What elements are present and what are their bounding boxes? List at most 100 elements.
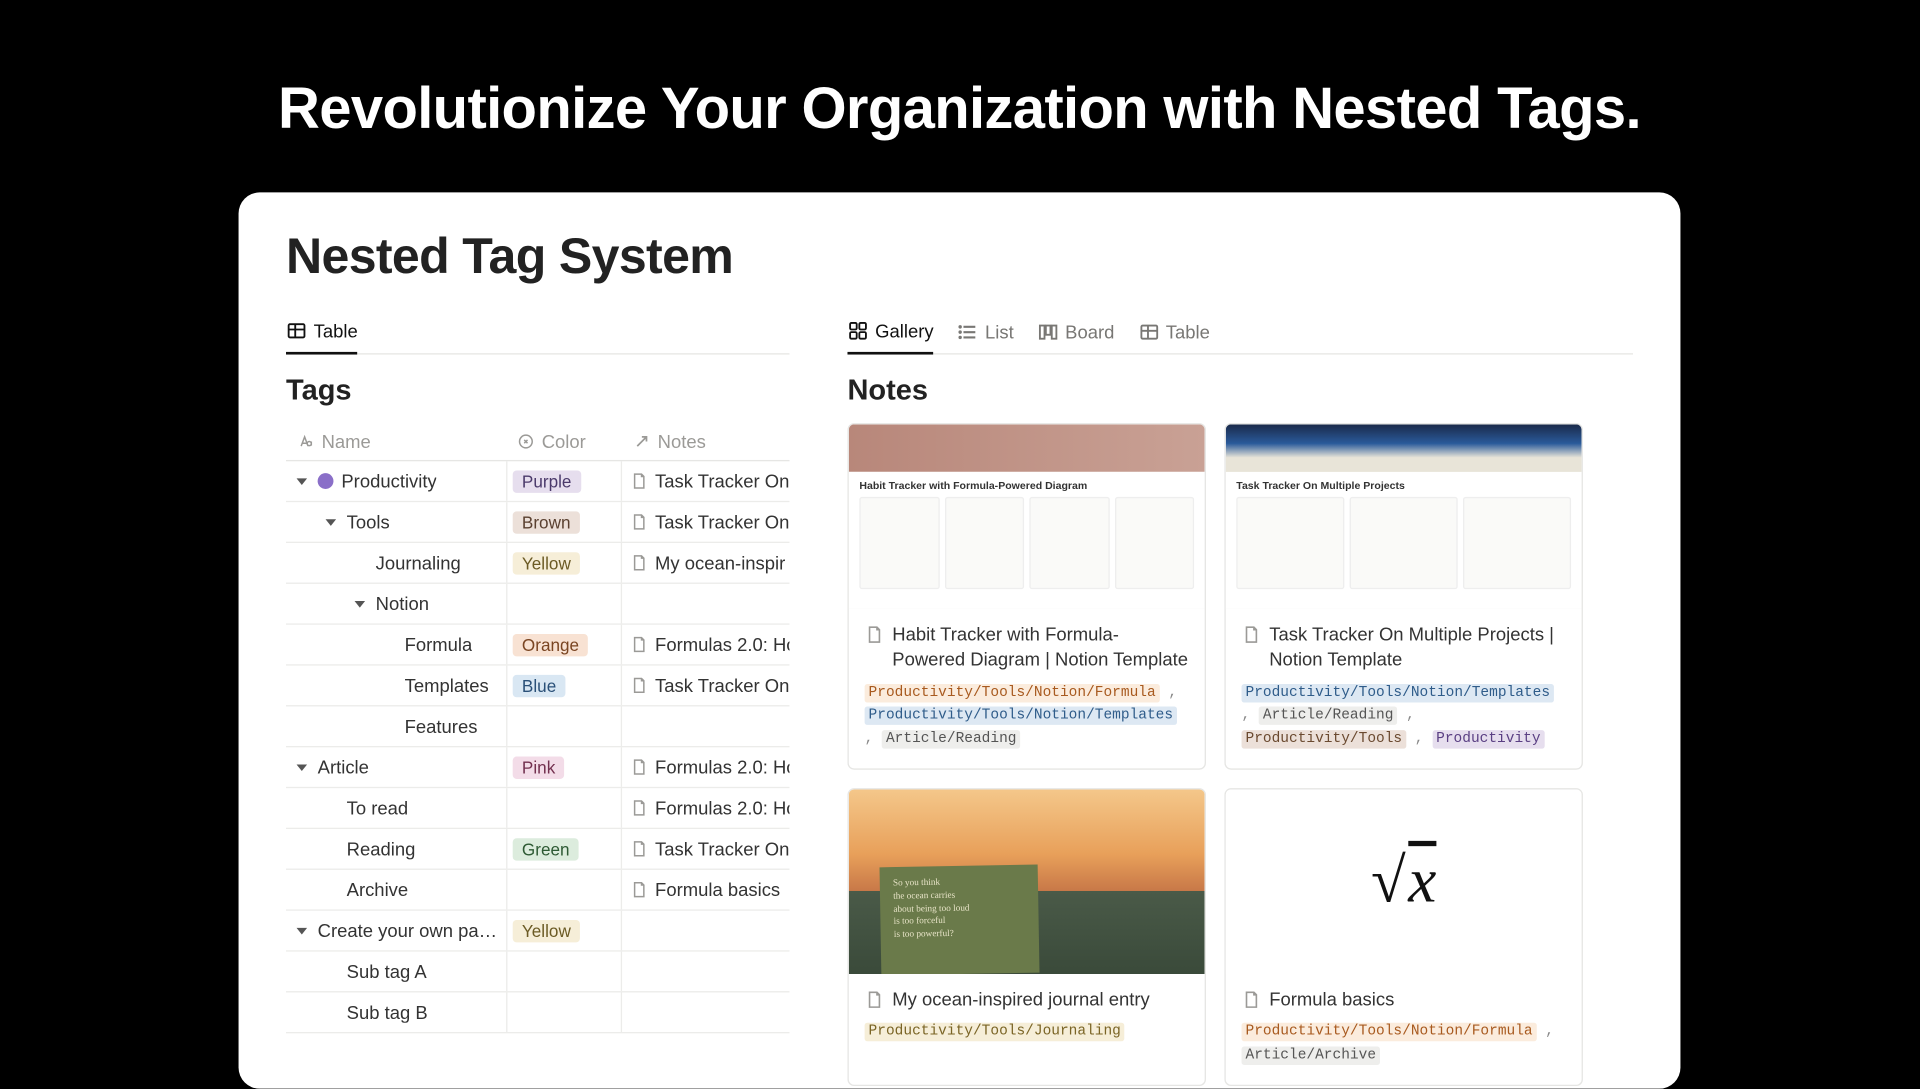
tag-name: Sub tag A <box>347 961 427 982</box>
color-dot-icon <box>318 473 334 489</box>
card-tags: Productivity/Tools/Notion/Templates , Ar… <box>1242 682 1566 752</box>
col-name[interactable]: Name <box>286 423 506 460</box>
color-pill: Yellow <box>513 919 580 941</box>
note-link[interactable]: Formula basics <box>655 879 780 900</box>
table-row[interactable]: Reading Green Task Tracker On <box>286 829 789 870</box>
tag-chip: Productivity/Tools <box>1242 730 1407 748</box>
right-view-tabs: Gallery List Board Table <box>847 315 1633 355</box>
note-link[interactable]: Formulas 2.0: Ho <box>655 634 789 655</box>
card-cover: Task Tracker On Multiple Projects <box>1226 424 1582 609</box>
tag-name: Reading <box>347 838 416 859</box>
page-title: Nested Tag System <box>286 229 1633 286</box>
tag-name: Archive <box>347 879 409 900</box>
relation-icon <box>633 432 651 450</box>
table-header-row: Name Color Notes <box>286 423 789 461</box>
card-tags: Productivity/Tools/Notion/Formula , Arti… <box>1242 1022 1566 1068</box>
tag-name: Templates <box>405 675 489 696</box>
card-cover: √x <box>1226 789 1582 974</box>
tag-chip: Productivity/Tools/Notion/Templates <box>1242 684 1554 702</box>
gallery-card[interactable]: So you thinkthe ocean carriesabout being… <box>847 788 1205 1086</box>
note-link[interactable]: Task Tracker On <box>655 511 789 532</box>
tab-label: Table <box>1166 321 1210 342</box>
card-tags: Productivity/Tools/Journaling <box>865 1022 1189 1045</box>
note-link[interactable]: Task Tracker On <box>655 838 789 859</box>
color-pill: Brown <box>513 511 580 533</box>
tag-chip: Productivity/Tools/Notion/Formula <box>865 684 1160 702</box>
tag-name: Tools <box>347 511 390 532</box>
color-pill: Yellow <box>513 552 580 574</box>
color-pill: Pink <box>513 756 565 778</box>
card-cover: So you thinkthe ocean carriesabout being… <box>849 789 1205 974</box>
table-row[interactable]: To read Formulas 2.0: Ho <box>286 788 789 829</box>
tag-chip: Productivity <box>1432 730 1544 748</box>
tab-table[interactable]: Table <box>286 315 358 355</box>
table-row[interactable]: Formula Orange Formulas 2.0: Ho <box>286 625 789 666</box>
table-row[interactable]: Templates Blue Task Tracker On <box>286 666 789 707</box>
note-link[interactable]: Task Tracker On <box>655 675 789 696</box>
gallery-card[interactable]: √x Formula basics Productivity/Tools/Notio… <box>1224 788 1582 1086</box>
hero-title: Revolutionize Your Organization with Nes… <box>0 0 1919 192</box>
tab-table[interactable]: Table <box>1138 315 1210 353</box>
table-row[interactable]: Journaling Yellow My ocean-inspir <box>286 543 789 584</box>
note-link[interactable]: Formulas 2.0: Ho <box>655 757 789 778</box>
card-title: My ocean-inspired journal entry <box>892 987 1149 1012</box>
note-link[interactable]: My ocean-inspir <box>655 552 785 573</box>
color-pill: Orange <box>513 633 589 655</box>
card-tags: Productivity/Tools/Notion/Formula , Prod… <box>865 682 1189 752</box>
tab-label: Gallery <box>875 320 933 341</box>
color-pill: Purple <box>513 470 581 492</box>
table-row[interactable]: Features <box>286 706 789 747</box>
card-title: Task Tracker On Multiple Projects | Noti… <box>1269 622 1566 672</box>
tag-chip: Article/Reading <box>882 730 1020 748</box>
col-label: Color <box>542 431 586 452</box>
tag-chip: Productivity/Tools/Notion/Templates <box>865 707 1177 725</box>
tag-chip: Article/Reading <box>1259 707 1397 725</box>
select-icon <box>517 432 535 450</box>
gallery-grid: Habit Tracker with Formula-Powered Diagr… <box>847 423 1633 1085</box>
table-row[interactable]: Sub tag A <box>286 952 789 993</box>
tag-name: Features <box>405 716 478 737</box>
tab-list[interactable]: List <box>957 315 1013 353</box>
tab-label: Board <box>1065 321 1114 342</box>
tab-label: Table <box>314 320 358 341</box>
tags-panel: Table Tags Name Color Notes Productivity… <box>286 315 789 1086</box>
card-cover: Habit Tracker with Formula-Powered Diagr… <box>849 424 1205 609</box>
table-row[interactable]: Tools Brown Task Tracker On <box>286 502 789 543</box>
col-color[interactable]: Color <box>506 423 622 460</box>
tag-chip: Article/Archive <box>1242 1047 1380 1065</box>
tab-board[interactable]: Board <box>1037 315 1114 353</box>
tag-chip: Productivity/Tools/Journaling <box>865 1023 1125 1041</box>
tag-chip: Productivity/Tools/Notion/Formula <box>1242 1023 1537 1041</box>
col-label: Name <box>322 431 371 452</box>
tags-section-title: Tags <box>286 373 789 407</box>
notes-section-title: Notes <box>847 373 1633 407</box>
table-row[interactable]: Notion <box>286 584 789 625</box>
card-title: Habit Tracker with Formula-Powered Diagr… <box>892 622 1189 672</box>
left-view-tabs: Table <box>286 315 789 355</box>
tab-gallery[interactable]: Gallery <box>847 315 933 355</box>
color-pill: Blue <box>513 674 566 696</box>
tag-name: Formula <box>405 634 473 655</box>
table-row[interactable]: Sub tag B <box>286 992 789 1033</box>
col-notes[interactable]: Notes <box>622 423 789 460</box>
tag-name: Journaling <box>376 552 461 573</box>
tag-name: Create your own paren <box>318 920 499 941</box>
tag-name: Notion <box>376 593 429 614</box>
table-row[interactable]: Archive Formula basics <box>286 870 789 911</box>
tag-name: Productivity <box>341 471 436 492</box>
table-row[interactable]: Article Pink Formulas 2.0: Ho <box>286 747 789 788</box>
gallery-card[interactable]: Task Tracker On Multiple Projects Task Tr… <box>1224 423 1582 769</box>
tag-name: Article <box>318 757 369 778</box>
note-link[interactable]: Task Tracker On <box>655 471 789 492</box>
app-window: Nested Tag System Table Tags Name Color <box>239 192 1681 1088</box>
tag-name: Sub tag B <box>347 1002 428 1023</box>
color-pill: Green <box>513 838 579 860</box>
note-link[interactable]: Formulas 2.0: Ho <box>655 797 789 818</box>
table-row[interactable]: Create your own paren Yellow <box>286 911 789 952</box>
gallery-card[interactable]: Habit Tracker with Formula-Powered Diagr… <box>847 423 1205 769</box>
table-row[interactable]: Productivity Purple Task Tracker On <box>286 461 789 502</box>
tab-label: List <box>985 321 1014 342</box>
card-title: Formula basics <box>1269 987 1394 1012</box>
tag-name: To read <box>347 797 409 818</box>
text-icon <box>297 432 315 450</box>
